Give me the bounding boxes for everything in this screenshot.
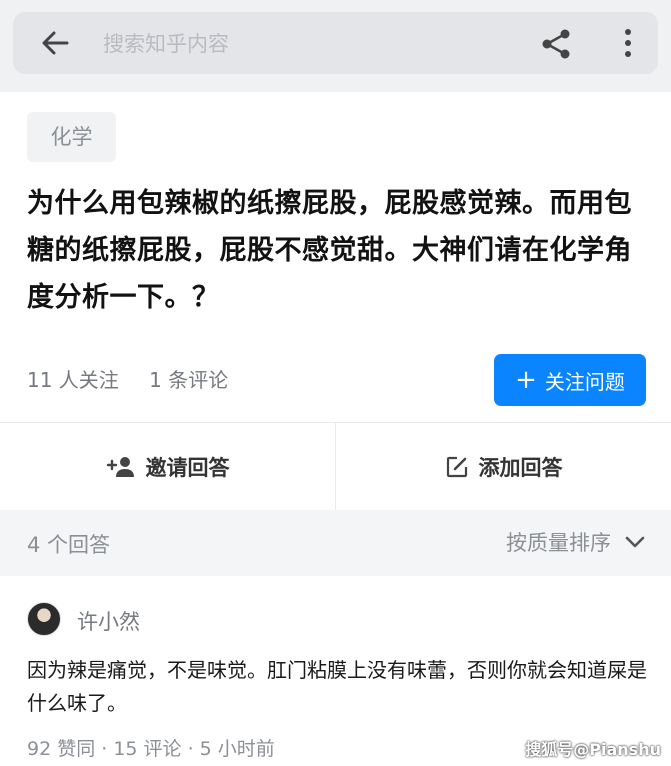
question-meta: 11 人关注 1 条评论 (27, 364, 252, 393)
comment-count[interactable]: 1 条评论 (149, 368, 228, 392)
question-actions: 邀请回答 添加回答 (0, 422, 671, 510)
share-icon[interactable] (539, 27, 573, 61)
plus-icon: + (515, 365, 537, 395)
follow-question-button[interactable]: + 关注问题 (494, 354, 646, 406)
search-bar[interactable] (13, 12, 658, 74)
answer-meta: 92 赞同 · 15 评论 · 5 小时前 (27, 738, 275, 760)
sort-label: 按质量排序 (506, 531, 611, 555)
invite-answer-button[interactable]: 邀请回答 (0, 423, 335, 510)
add-answer-label: 添加回答 (478, 455, 563, 480)
answers-count: 4 个回答 (27, 533, 111, 557)
answer-card[interactable]: 许小然 因为辣是痛觉，不是味觉。肛门粘膜上没有味蕾，否则你就会知道屎是什么味了。… (0, 576, 671, 766)
add-person-icon (106, 456, 134, 477)
more-options-icon[interactable] (617, 26, 639, 60)
answers-header: 4 个回答 按质量排序 (0, 510, 671, 576)
search-input[interactable] (103, 30, 433, 58)
top-bar (0, 0, 671, 92)
question-card: 化学 为什么用包辣椒的纸擦屁股，屁股感觉辣。而用包糖的纸擦屁股，屁股不感觉甜。大… (0, 92, 671, 422)
question-title: 为什么用包辣椒的纸擦屁股，屁股感觉辣。而用包糖的纸擦屁股，屁股不感觉甜。大神们请… (27, 188, 632, 313)
author-name[interactable]: 许小然 (77, 606, 140, 636)
avatar[interactable] (27, 602, 61, 636)
back-arrow-icon[interactable] (39, 27, 71, 59)
add-answer-button[interactable]: 添加回答 (335, 423, 671, 510)
invite-answer-label: 邀请回答 (145, 455, 230, 480)
follow-question-label: 关注问题 (544, 369, 625, 394)
sort-dropdown[interactable]: 按质量排序 (506, 527, 645, 557)
topic-tag[interactable]: 化学 (27, 112, 116, 162)
watermark: 搜狐号@Pianshu (525, 740, 661, 759)
answer-excerpt[interactable]: 因为辣是痛觉，不是味觉。肛门粘膜上没有味蕾，否则你就会知道屎是什么味了。 (27, 654, 647, 720)
follower-count[interactable]: 11 人关注 (27, 368, 119, 392)
chevron-down-icon (625, 536, 645, 548)
edit-icon (446, 456, 467, 477)
